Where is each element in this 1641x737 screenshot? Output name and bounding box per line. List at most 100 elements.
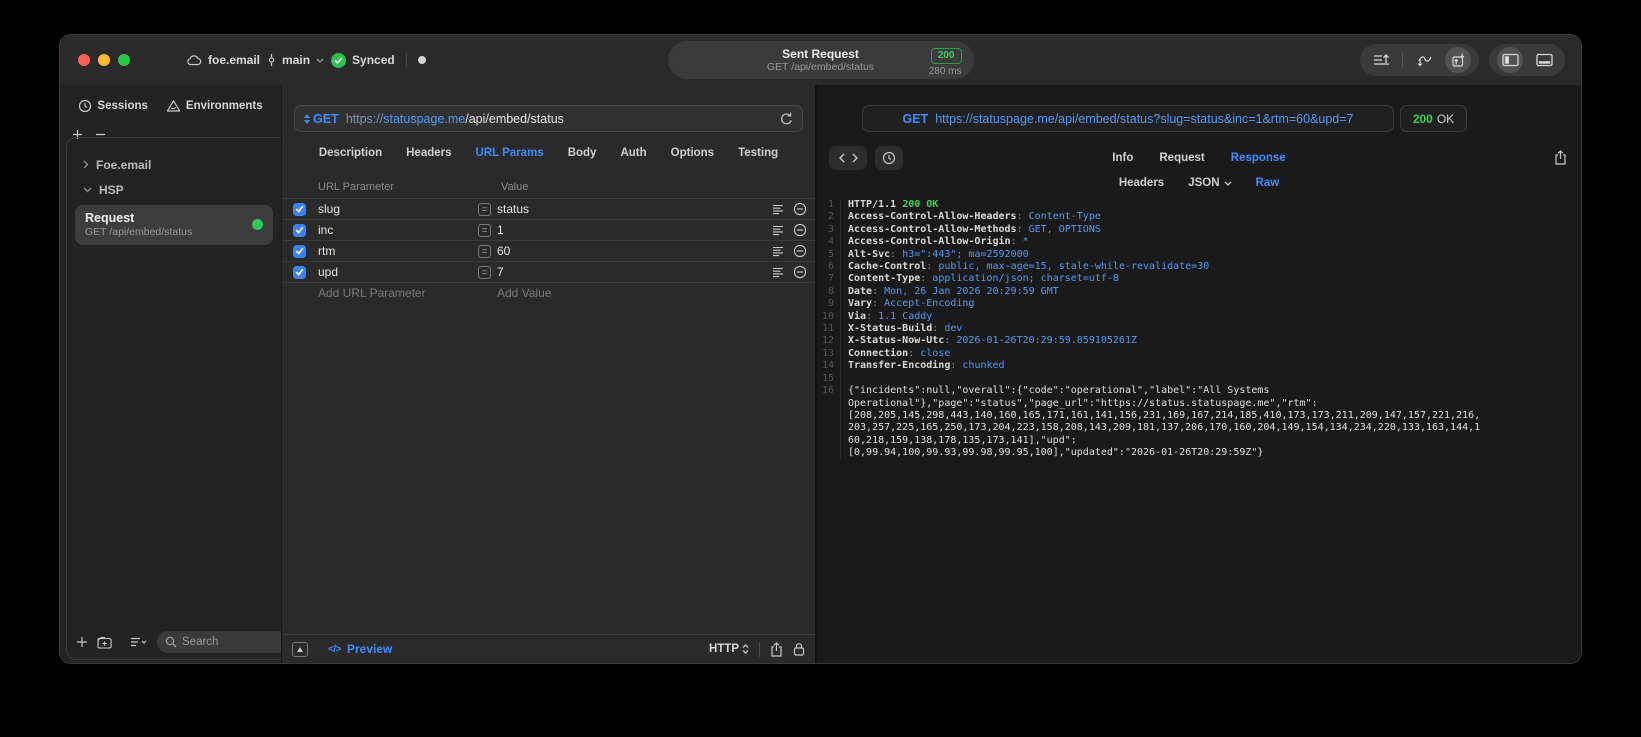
preview-button[interactable]: </> Preview (328, 642, 392, 656)
sync-status[interactable]: Synced (331, 52, 395, 68)
response-url-box[interactable]: GET https://statuspage.me/api/embed/stat… (862, 105, 1394, 132)
export-response-button[interactable] (1554, 150, 1567, 165)
table-header: URL Parameter Value (282, 176, 815, 198)
param-value[interactable]: 60 (497, 244, 510, 258)
close-window-button[interactable] (78, 54, 90, 66)
tree-item-label: HSP (99, 182, 124, 197)
titlebar: foe.email main Synced Sent Request GET /… (60, 35, 1581, 85)
param-value[interactable]: 7 (497, 265, 504, 279)
sidebar-search[interactable] (157, 631, 281, 653)
url-path: /api/embed/status (465, 111, 564, 126)
subtab-raw[interactable]: Raw (1256, 177, 1280, 189)
project-selector[interactable]: foe.email (186, 53, 260, 67)
tab-headers[interactable]: Headers (406, 147, 451, 159)
minimize-window-button[interactable] (98, 54, 110, 66)
share-button[interactable] (770, 641, 783, 657)
tab-response[interactable]: Response (1231, 152, 1286, 164)
row-lines-icon[interactable] (772, 225, 784, 236)
tab-info[interactable]: Info (1112, 152, 1133, 164)
param-checkbox[interactable] (293, 244, 306, 258)
tab-body[interactable]: Body (568, 147, 597, 159)
param-name[interactable]: inc (318, 223, 333, 237)
resend-request-button[interactable] (780, 112, 793, 126)
sent-request-title: Sent Request (782, 47, 859, 61)
param-row-slug[interactable]: slug = status (282, 198, 815, 219)
param-value[interactable]: status (497, 202, 529, 216)
toggle-bottom-panel-button[interactable] (1531, 47, 1557, 73)
sync-label: Synced (352, 53, 395, 67)
tree-item-hsp[interactable]: HSP (67, 177, 281, 202)
response-subtabs: Headers JSON Raw (817, 177, 1581, 189)
param-value[interactable]: 1 (497, 223, 504, 237)
sidebar-request-item[interactable]: Request GET /api/embed/status (75, 205, 273, 245)
tab-options[interactable]: Options (671, 147, 714, 159)
subtab-json[interactable]: JSON (1188, 177, 1231, 189)
code-text: Cache-Control: public, max-age=15, stale… (848, 261, 1210, 273)
line-number: 5 (817, 248, 841, 262)
equals-icon: = (478, 223, 491, 237)
forward-button[interactable] (852, 153, 858, 163)
history-nav (829, 145, 867, 170)
toggle-sidebar-button[interactable] (1497, 47, 1523, 73)
add-param-row[interactable]: Add URL Parameter Add Value (282, 282, 815, 303)
remove-row-icon[interactable] (793, 202, 807, 216)
tab-sessions[interactable]: Sessions (78, 99, 148, 113)
lock-icon[interactable] (793, 642, 805, 656)
request-url-bar[interactable]: GET https://statuspage.me/api/embed/stat… (294, 105, 803, 132)
tab-testing[interactable]: Testing (738, 147, 778, 159)
param-name[interactable]: slug (318, 202, 340, 216)
remove-row-icon[interactable] (793, 223, 807, 237)
tab-request[interactable]: Request (1159, 152, 1204, 164)
merge-branch-button[interactable] (1411, 47, 1437, 73)
protocol-selector[interactable]: HTTP (709, 643, 749, 655)
row-lines-icon[interactable] (772, 204, 784, 215)
sort-filter-button[interactable] (130, 636, 148, 648)
request-list-button[interactable] (1368, 47, 1394, 73)
response-url: https://statuspage.me/api/embed/status?s… (935, 111, 1354, 126)
param-checkbox[interactable] (293, 265, 306, 279)
code-line: 13 Connection: close (817, 347, 1581, 361)
row-lines-icon[interactable] (772, 267, 784, 278)
method-selector-icon[interactable] (304, 113, 310, 124)
sidebar: Sessions Environments Foe.email HSP Requ… (60, 85, 281, 663)
new-folder-button[interactable] (97, 636, 112, 649)
line-number: 3 (817, 223, 841, 237)
add-request-button[interactable] (76, 636, 88, 648)
tab-environments[interactable]: Environments (166, 99, 263, 113)
line-number (817, 397, 841, 410)
code-text: [208,205,145,298,443,140,160,165,171,161… (848, 409, 1481, 421)
param-name[interactable]: upd (318, 265, 338, 279)
subtab-headers[interactable]: Headers (1119, 177, 1164, 189)
column-url-parameter: URL Parameter (318, 181, 395, 193)
add-url-parameter[interactable]: Add URL Parameter (318, 286, 426, 300)
remove-row-icon[interactable] (793, 265, 807, 279)
branch-icon (267, 53, 276, 67)
tab-url-params[interactable]: URL Params (476, 147, 544, 159)
param-checkbox[interactable] (293, 223, 306, 237)
tree-item-foe-email[interactable]: Foe.email (67, 152, 281, 177)
param-row-upd[interactable]: upd = 7 (282, 261, 815, 282)
remove-row-icon[interactable] (793, 244, 807, 258)
line-number: 1 (817, 199, 841, 212)
collapse-panel-button[interactable] (292, 641, 308, 657)
zoom-window-button[interactable] (118, 54, 130, 66)
import-export-button[interactable] (1445, 47, 1471, 73)
tab-description[interactable]: Description (319, 147, 382, 159)
line-number: 12 (817, 335, 841, 348)
search-input[interactable] (182, 636, 281, 648)
param-row-inc[interactable]: inc = 1 (282, 219, 815, 240)
code-text: X-Status-Build: dev (848, 323, 963, 335)
back-button[interactable] (838, 153, 845, 163)
row-lines-icon[interactable] (772, 246, 784, 257)
param-name[interactable]: rtm (318, 244, 335, 258)
add-value[interactable]: Add Value (497, 286, 552, 300)
line-number: 10 (817, 310, 841, 324)
line-number: 13 (817, 347, 841, 361)
param-checkbox[interactable] (293, 202, 306, 216)
param-row-rtm[interactable]: rtm = 60 (282, 240, 815, 261)
tab-auth[interactable]: Auth (620, 147, 646, 159)
request-method[interactable]: GET (313, 112, 339, 126)
history-clock-button[interactable] (875, 145, 903, 170)
sent-request-pill[interactable]: Sent Request GET /api/embed/status 200 2… (667, 41, 974, 79)
branch-selector[interactable]: main (267, 53, 324, 67)
